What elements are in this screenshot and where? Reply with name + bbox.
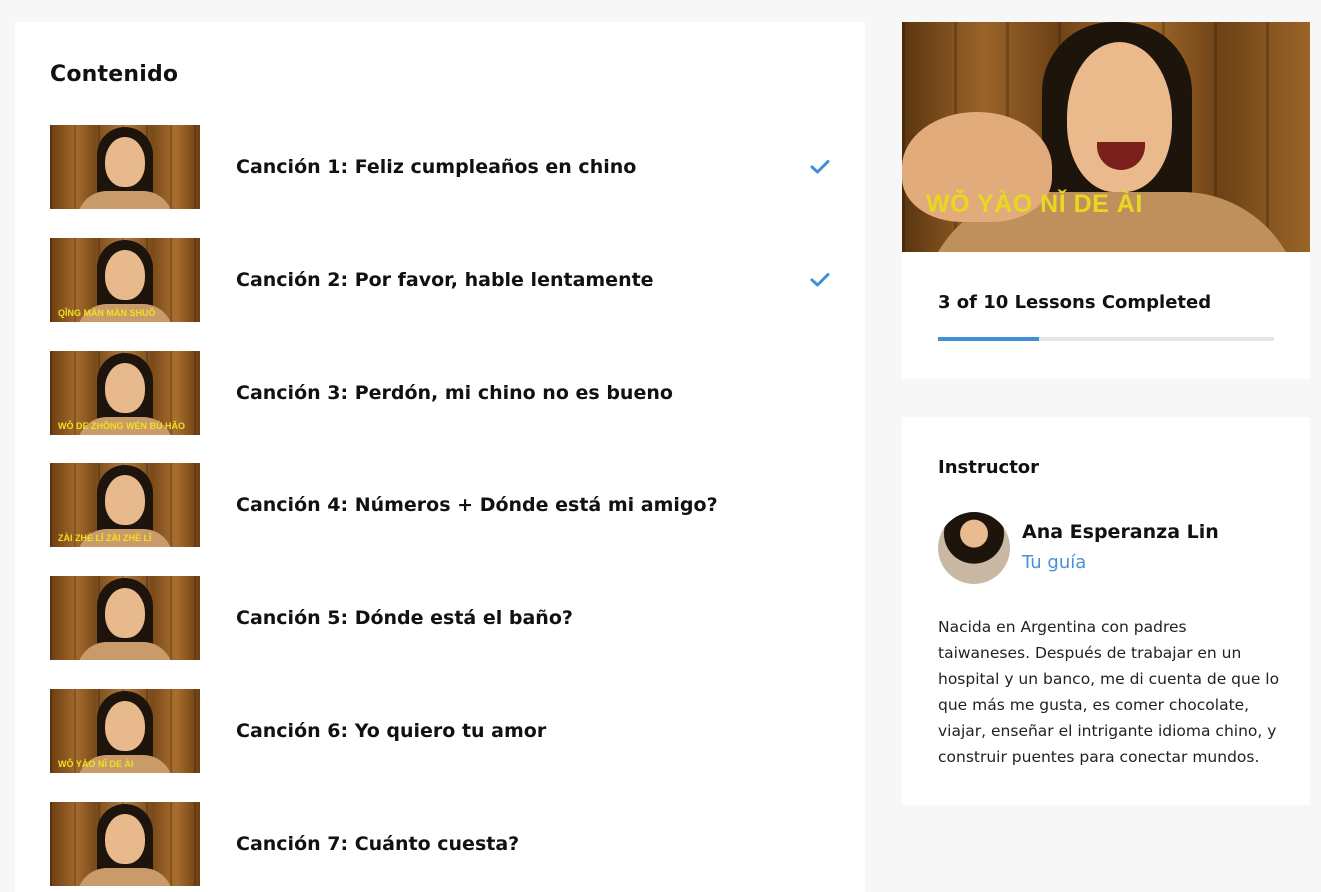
- lesson-title[interactable]: Canción 2: Por favor, hable lentamente: [236, 269, 810, 291]
- lesson-thumbnail[interactable]: [50, 576, 200, 660]
- lesson-thumbnail[interactable]: [50, 802, 200, 886]
- lesson-title[interactable]: Canción 1: Feliz cumpleaños en chino: [236, 156, 810, 178]
- thumbnail-caption: ZÀI ZHÈ LǏ ZÀI ZHÈ LǏ: [58, 533, 152, 543]
- thumbnail-caption: QǏNG MÀN MÀN SHUŌ: [58, 308, 156, 318]
- instructor-role-link[interactable]: Tu guía: [1022, 552, 1086, 573]
- instructor-heading: Instructor: [938, 457, 1040, 478]
- progress-bar-fill: [938, 337, 1039, 341]
- lesson-thumbnail[interactable]: WǑ DE ZHŌNG WÉN BÙ HǍO: [50, 351, 200, 435]
- lesson-item[interactable]: QǏNG MÀN MÀN SHUŌ Canción 2: Por favor, h…: [50, 238, 835, 322]
- lesson-item[interactable]: ZÀI ZHÈ LǏ ZÀI ZHÈ LǏ Canción 4: Números …: [50, 463, 835, 547]
- lesson-item[interactable]: WǑ YÀO NǏ DE ÀI Canción 6: Yo quiero tu a…: [50, 689, 835, 773]
- lesson-title[interactable]: Canción 5: Dónde está el baño?: [236, 607, 835, 629]
- hero-caption: WǑ YÀO NǏ DE ÀI: [926, 190, 1143, 218]
- lesson-thumbnail[interactable]: WǑ YÀO NǏ DE ÀI: [50, 689, 200, 773]
- instructor-avatar: [938, 512, 1010, 584]
- course-content-panel: Contenido Canción 1: Feliz cumpleaños en…: [15, 22, 865, 892]
- lesson-item[interactable]: WǑ DE ZHŌNG WÉN BÙ HǍO Canción 3: Perdón,…: [50, 351, 835, 435]
- progress-text: 3 of 10 Lessons Completed: [938, 292, 1212, 313]
- thumbnail-caption: WǑ YÀO NǏ DE ÀI: [58, 759, 134, 769]
- lesson-thumbnail[interactable]: QǏNG MÀN MÀN SHUŌ: [50, 238, 200, 322]
- instructor-name: Ana Esperanza Lin: [1022, 521, 1219, 543]
- lesson-item[interactable]: Canción 5: Dónde está el baño?: [50, 576, 835, 660]
- content-heading: Contenido: [50, 62, 179, 87]
- lesson-title[interactable]: Canción 6: Yo quiero tu amor: [236, 720, 835, 742]
- lesson-item[interactable]: Canción 7: Cuánto cuesta?: [50, 802, 835, 886]
- course-progress-card: WǑ YÀO NǏ DE ÀI 3 of 10 Lessons Complete…: [902, 22, 1310, 379]
- lesson-title[interactable]: Canción 4: Números + Dónde está mi amigo…: [236, 494, 835, 516]
- lesson-title[interactable]: Canción 7: Cuánto cuesta?: [236, 833, 835, 855]
- lesson-item[interactable]: Canción 1: Feliz cumpleaños en chino: [50, 125, 835, 209]
- lesson-thumbnail[interactable]: ZÀI ZHÈ LǏ ZÀI ZHÈ LǏ: [50, 463, 200, 547]
- lesson-thumbnail[interactable]: [50, 125, 200, 209]
- checkmark-icon: [810, 160, 830, 174]
- course-hero-image[interactable]: WǑ YÀO NǏ DE ÀI: [902, 22, 1310, 252]
- progress-bar: [938, 337, 1274, 341]
- checkmark-icon: [810, 273, 830, 287]
- thumbnail-caption: WǑ DE ZHŌNG WÉN BÙ HǍO: [58, 421, 185, 431]
- lesson-title[interactable]: Canción 3: Perdón, mi chino no es bueno: [236, 382, 835, 404]
- instructor-bio: Nacida en Argentina con padres taiwanese…: [938, 618, 1280, 766]
- instructor-card: Instructor Ana Esperanza Lin Tu guía Nac…: [902, 417, 1310, 805]
